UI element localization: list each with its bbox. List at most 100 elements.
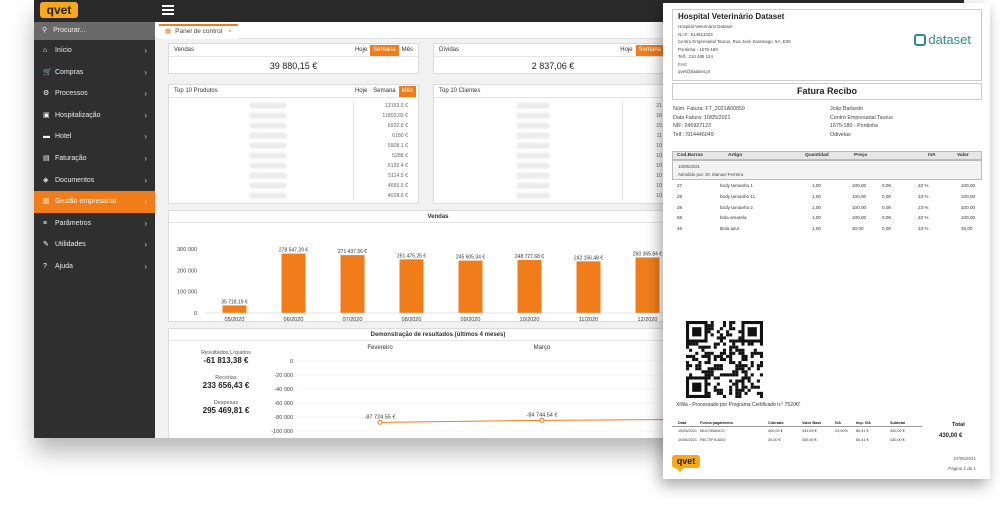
tab-panel-de-control[interactable]: ▦ Panel de control × [159, 24, 238, 39]
qr-module [710, 370, 714, 374]
qr-module [710, 324, 714, 328]
invoice-page-number: Página 1 de 1 [948, 466, 976, 471]
qr-module [686, 364, 690, 368]
qr-module [713, 354, 717, 358]
qr-module [756, 367, 760, 371]
dividas-period-selector: Hoje Semana [617, 45, 664, 56]
sidebar-item[interactable]: ≡ Parâmetros › [34, 213, 155, 235]
payment-data: 10/05/2021 [678, 438, 698, 442]
sidebar-item[interactable]: ▬ Hotel › [34, 126, 155, 148]
y-tick-label: 100 000 [177, 290, 197, 296]
y-tick-label: -100 000 [271, 429, 293, 435]
sidebar-item[interactable]: ? Ajuda › [34, 256, 155, 278]
processed-note: XiWa - Processado por Programa Certifica… [676, 402, 801, 408]
blurred-product-name: ▒▒▒▒▒▒▒▒▒▒ [249, 183, 287, 189]
qr-module [729, 354, 733, 358]
period-week-button[interactable]: Semana [370, 86, 398, 97]
period-week-button[interactable]: Semana [635, 45, 664, 56]
attended-by: Atendido por: Dr. Manuel Ferreira [678, 172, 744, 177]
home-icon: ⌂ [43, 47, 48, 54]
qr-module [759, 364, 763, 368]
x-tick-label: 08/2020 [402, 317, 422, 321]
qr-module [741, 388, 745, 392]
period-day-button[interactable]: Hoje [617, 45, 635, 56]
qr-module [686, 345, 690, 349]
qr-module [695, 342, 699, 346]
sidebar-item[interactable]: 🛒 Compras › [34, 62, 155, 84]
sidebar-item[interactable]: ▥ Gestão empresarial › [34, 191, 155, 213]
qr-module [741, 385, 745, 389]
period-day-button[interactable]: Hoje [352, 86, 370, 97]
hamburger-menu-icon[interactable] [162, 5, 174, 16]
column-header: Quantidad [805, 153, 829, 158]
period-month-button[interactable]: Mês [398, 86, 416, 97]
invoice-title: Fatura Recibo [672, 83, 982, 100]
item-valor: 100,00 [961, 183, 976, 188]
period-month-button[interactable]: Mês [399, 45, 416, 56]
qr-module [704, 345, 708, 349]
resultados-title: Demonstração de resultados (últimos 4 me… [169, 329, 707, 341]
sidebar-item[interactable]: ⚙ Processos › [34, 83, 155, 105]
qr-module [741, 342, 745, 346]
top-clientes-card: Top 10 Clientes ▒▒▒▒▒▒▒▒▒ 21 ▒▒▒▒▒▒▒▒▒ 16 ▒▒… [433, 84, 673, 204]
qr-module [753, 385, 757, 389]
product-value: 6180 € [392, 133, 408, 139]
x-tick-label: 11/2020 [579, 317, 598, 321]
close-tab-icon[interactable]: × [228, 28, 232, 35]
qr-module [716, 376, 720, 380]
item-qty: 1,00 [812, 215, 821, 221]
qr-module [722, 394, 727, 398]
item-qty: 1,00 [812, 183, 821, 188]
help-icon: ? [43, 262, 47, 270]
item-desc: 0,00 [882, 183, 891, 188]
qr-module [753, 351, 757, 355]
sidebar-item[interactable]: ▣ Hospitalização › [34, 105, 155, 127]
qr-module [716, 388, 720, 392]
period-day-button[interactable]: Hoje [352, 45, 370, 56]
gear-icon: ⚙ [43, 90, 50, 98]
qr-module [722, 357, 727, 362]
dividas-total-value: 2 837,06 € [531, 61, 575, 71]
y-tick-label: 300 000 [177, 247, 197, 253]
item-valor: 100,00 [961, 204, 976, 210]
invoice-qvet-logo: qvet [672, 455, 700, 472]
client-value: 21 [656, 103, 662, 109]
qr-module [750, 354, 754, 358]
qr-module [707, 357, 711, 362]
qr-module [729, 388, 733, 392]
payment-row: 10/05/2021 RECTIFICADO 30,00 € 349,59 € 80,4… [672, 436, 922, 445]
qr-module [747, 367, 751, 371]
invoice-icon: ▤ [43, 154, 50, 162]
sidebar-item[interactable]: ◈ Documentos › [34, 170, 155, 192]
period-week-button[interactable]: Semana [370, 45, 399, 56]
qr-module [707, 324, 711, 328]
top-clientes-title: Top 10 Clientes [439, 88, 481, 94]
qr-module [719, 327, 723, 331]
qr-finder-center [692, 327, 702, 337]
payment-column-header: Cobrado [768, 421, 784, 425]
qr-module [722, 348, 727, 352]
list-item: ▒▒▒▒▒▒▒▒▒▒ 5288 € [173, 151, 414, 161]
data-label: 260 365.84 € [633, 251, 662, 257]
qr-module [732, 342, 736, 346]
qr-module [695, 357, 699, 362]
sidebar-item[interactable]: ▤ Faturação › [34, 148, 155, 170]
sidebar-item[interactable]: ⌂ Início › [34, 40, 155, 62]
qr-module [741, 370, 745, 374]
search-input[interactable]: ⚲ Procurar... [34, 22, 155, 40]
chevron-right-icon: › [144, 46, 147, 55]
qr-module [729, 391, 733, 395]
qr-module [710, 333, 714, 337]
qr-module [719, 373, 723, 377]
dividas-card-title: Dívidas [439, 47, 460, 53]
blurred-client-name: ▒▒▒▒▒▒▒▒▒ [516, 163, 550, 169]
qr-module [732, 351, 736, 355]
qr-module [759, 361, 763, 365]
item-valor: 30,00 [961, 226, 973, 232]
sidebar-item[interactable]: ✎ Utilidades › [34, 234, 155, 256]
product-value: 6932.8 € [387, 123, 408, 129]
payment-column-header: Forma pagamento [700, 421, 733, 425]
item-cod: 29 [677, 193, 683, 199]
qr-module [707, 373, 711, 377]
qr-module [695, 364, 699, 368]
